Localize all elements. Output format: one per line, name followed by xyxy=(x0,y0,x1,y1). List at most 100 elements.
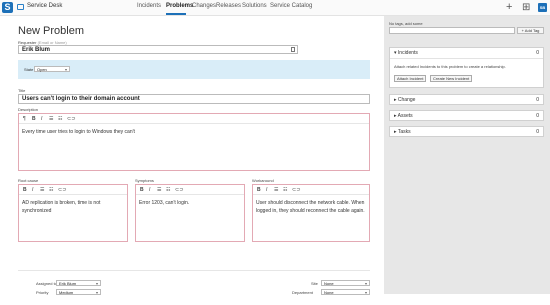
problem-form: New Problem Requester (Email or Name) Er… xyxy=(0,16,380,295)
attach-incident-button[interactable]: Attach Incident xyxy=(394,75,427,82)
avatar[interactable]: SB xyxy=(538,3,547,12)
bold-icon[interactable]: B xyxy=(257,187,261,193)
assets-count: 0 xyxy=(536,113,539,119)
symptoms-toolbar: B I ☰ ☷ ⊂⊃ xyxy=(136,185,244,195)
tags-label: No tags, add some xyxy=(389,21,423,26)
nav-changes[interactable]: Changes xyxy=(192,3,216,9)
bullet-list-icon[interactable]: ☰ xyxy=(274,187,278,193)
symptoms-editor[interactable]: B I ☰ ☷ ⊂⊃ Error 1203, can't login. xyxy=(135,184,245,242)
numbered-list-icon[interactable]: ☷ xyxy=(166,187,170,193)
workaround-editor[interactable]: B I ☰ ☷ ⊂⊃ User should disconnect the ne… xyxy=(252,184,370,242)
add-tag-button[interactable]: + Add Tag xyxy=(517,27,544,34)
assets-title: Assets xyxy=(397,113,413,119)
top-bar: S Service Desk Incidents Problems Change… xyxy=(0,0,550,16)
nav-incidents[interactable]: Incidents xyxy=(137,3,161,9)
plus-icon[interactable]: + xyxy=(506,0,512,14)
site-select[interactable]: None ▾ xyxy=(321,280,370,286)
chevron-right-icon: ▸ xyxy=(394,97,397,103)
tag-input[interactable] xyxy=(389,27,515,34)
chevron-down-icon: ▾ xyxy=(64,67,67,72)
state-value: Open xyxy=(37,67,47,72)
priority-label: Priority xyxy=(36,290,49,295)
tasks-panel[interactable]: ▸ Tasks 0 xyxy=(389,126,544,137)
assigned-select[interactable]: Erik Blum ▾ xyxy=(56,280,101,286)
department-select[interactable]: None ▾ xyxy=(321,289,370,295)
numbered-list-icon[interactable]: ☷ xyxy=(49,187,53,193)
change-panel[interactable]: ▸ Change 0 xyxy=(389,94,544,105)
description-editor[interactable]: ¶ B I ☰ ☷ ⊂⊃ Every time user tries to lo… xyxy=(18,113,370,171)
chevron-down-icon: ▾ xyxy=(364,290,367,295)
italic-icon[interactable]: I xyxy=(149,187,150,193)
app-logo[interactable]: S xyxy=(2,2,13,13)
assigned-label: Assigned to xyxy=(36,281,57,286)
change-count: 0 xyxy=(536,97,539,103)
site-label: Site xyxy=(311,281,318,286)
root-cause-toolbar: B I ☰ ☷ ⊂⊃ xyxy=(19,185,127,195)
nav-releases[interactable]: Releases xyxy=(216,3,241,9)
link-icon[interactable]: ⊂⊃ xyxy=(292,187,300,193)
nav-problems[interactable]: Problems xyxy=(166,3,193,9)
italic-icon[interactable]: I xyxy=(32,187,33,193)
chevron-down-icon: ▾ xyxy=(95,290,98,295)
requester-value: Erik Blum xyxy=(22,47,51,53)
assigned-value: Erik Blum xyxy=(59,281,77,286)
root-cause-label: Root cause xyxy=(18,178,39,183)
description-text: Every time user tries to login to Window… xyxy=(22,129,135,135)
workaround-toolbar: B I ☰ ☷ ⊂⊃ xyxy=(253,185,369,195)
link-icon[interactable]: ⊂⊃ xyxy=(67,116,75,122)
description-label: Description xyxy=(18,107,39,112)
address-book-icon[interactable] xyxy=(291,47,295,52)
tasks-title: Tasks xyxy=(397,129,411,135)
nav-service-catalog[interactable]: Service Catalog xyxy=(270,3,312,9)
bold-icon[interactable]: B xyxy=(23,187,27,193)
nav-solutions[interactable]: Solutions xyxy=(242,3,267,9)
incidents-title: Incidents xyxy=(397,50,418,56)
symptoms-text: Error 1203, can't login. xyxy=(139,200,190,206)
chevron-down-icon: ▾ xyxy=(95,281,98,286)
tasks-count: 0 xyxy=(536,129,539,135)
bullet-list-icon[interactable]: ☰ xyxy=(157,187,161,193)
italic-icon[interactable]: I xyxy=(41,116,42,122)
divider xyxy=(390,58,543,59)
chevron-down-icon: ▾ xyxy=(394,50,397,56)
root-cause-editor[interactable]: B I ☰ ☷ ⊂⊃ AD replication is broken, tim… xyxy=(18,184,128,242)
incidents-description: Attach related Incidents to this problem… xyxy=(394,64,506,69)
bold-icon[interactable]: B xyxy=(32,116,36,122)
change-panel-header: ▸ Change xyxy=(394,97,415,103)
incidents-panel: ▾ Incidents 0 Attach related Incidents t… xyxy=(389,47,544,88)
state-label: State xyxy=(24,67,34,72)
bullet-list-icon[interactable]: ☰ xyxy=(49,116,53,122)
description-toolbar: ¶ B I ☰ ☷ ⊂⊃ xyxy=(19,114,369,124)
site-value: None xyxy=(324,281,334,286)
title-field[interactable]: Users can't login to their domain accoun… xyxy=(18,94,370,104)
incidents-count: 0 xyxy=(536,50,539,56)
requester-field[interactable]: Erik Blum xyxy=(18,45,298,54)
numbered-list-icon[interactable]: ☷ xyxy=(283,187,287,193)
italic-icon[interactable]: I xyxy=(266,187,267,193)
state-select[interactable]: Open ▾ xyxy=(34,66,70,72)
create-incident-button[interactable]: Create New Incident xyxy=(430,75,473,82)
active-nav-indicator xyxy=(166,13,186,15)
paragraph-icon[interactable]: ¶ xyxy=(23,116,26,122)
workaround-text: User should disconnect the network cable… xyxy=(256,200,365,214)
link-icon[interactable]: ⊂⊃ xyxy=(175,187,183,193)
title-label: Title xyxy=(18,88,26,93)
numbered-list-icon[interactable]: ☷ xyxy=(58,116,62,122)
app-name[interactable]: Service Desk xyxy=(27,3,62,9)
tasks-panel-header: ▸ Tasks xyxy=(394,129,411,135)
page-title: New Problem xyxy=(18,25,85,37)
title-value: Users can't login to their domain accoun… xyxy=(22,96,140,102)
priority-select[interactable]: Medium ▾ xyxy=(56,289,101,295)
chevron-right-icon: ▸ xyxy=(394,113,397,119)
grid-icon[interactable]: ⊞ xyxy=(522,1,530,15)
change-title: Change xyxy=(397,97,416,103)
assets-panel[interactable]: ▸ Assets 0 xyxy=(389,110,544,121)
incidents-panel-header[interactable]: ▾ Incidents xyxy=(394,50,418,56)
chevron-right-icon: ▸ xyxy=(394,129,397,135)
link-icon[interactable]: ⊂⊃ xyxy=(58,187,66,193)
bold-icon[interactable]: B xyxy=(140,187,144,193)
department-label: Department xyxy=(292,290,313,295)
service-desk-icon xyxy=(17,4,24,10)
bullet-list-icon[interactable]: ☰ xyxy=(40,187,44,193)
workaround-label: Workaround xyxy=(252,178,274,183)
